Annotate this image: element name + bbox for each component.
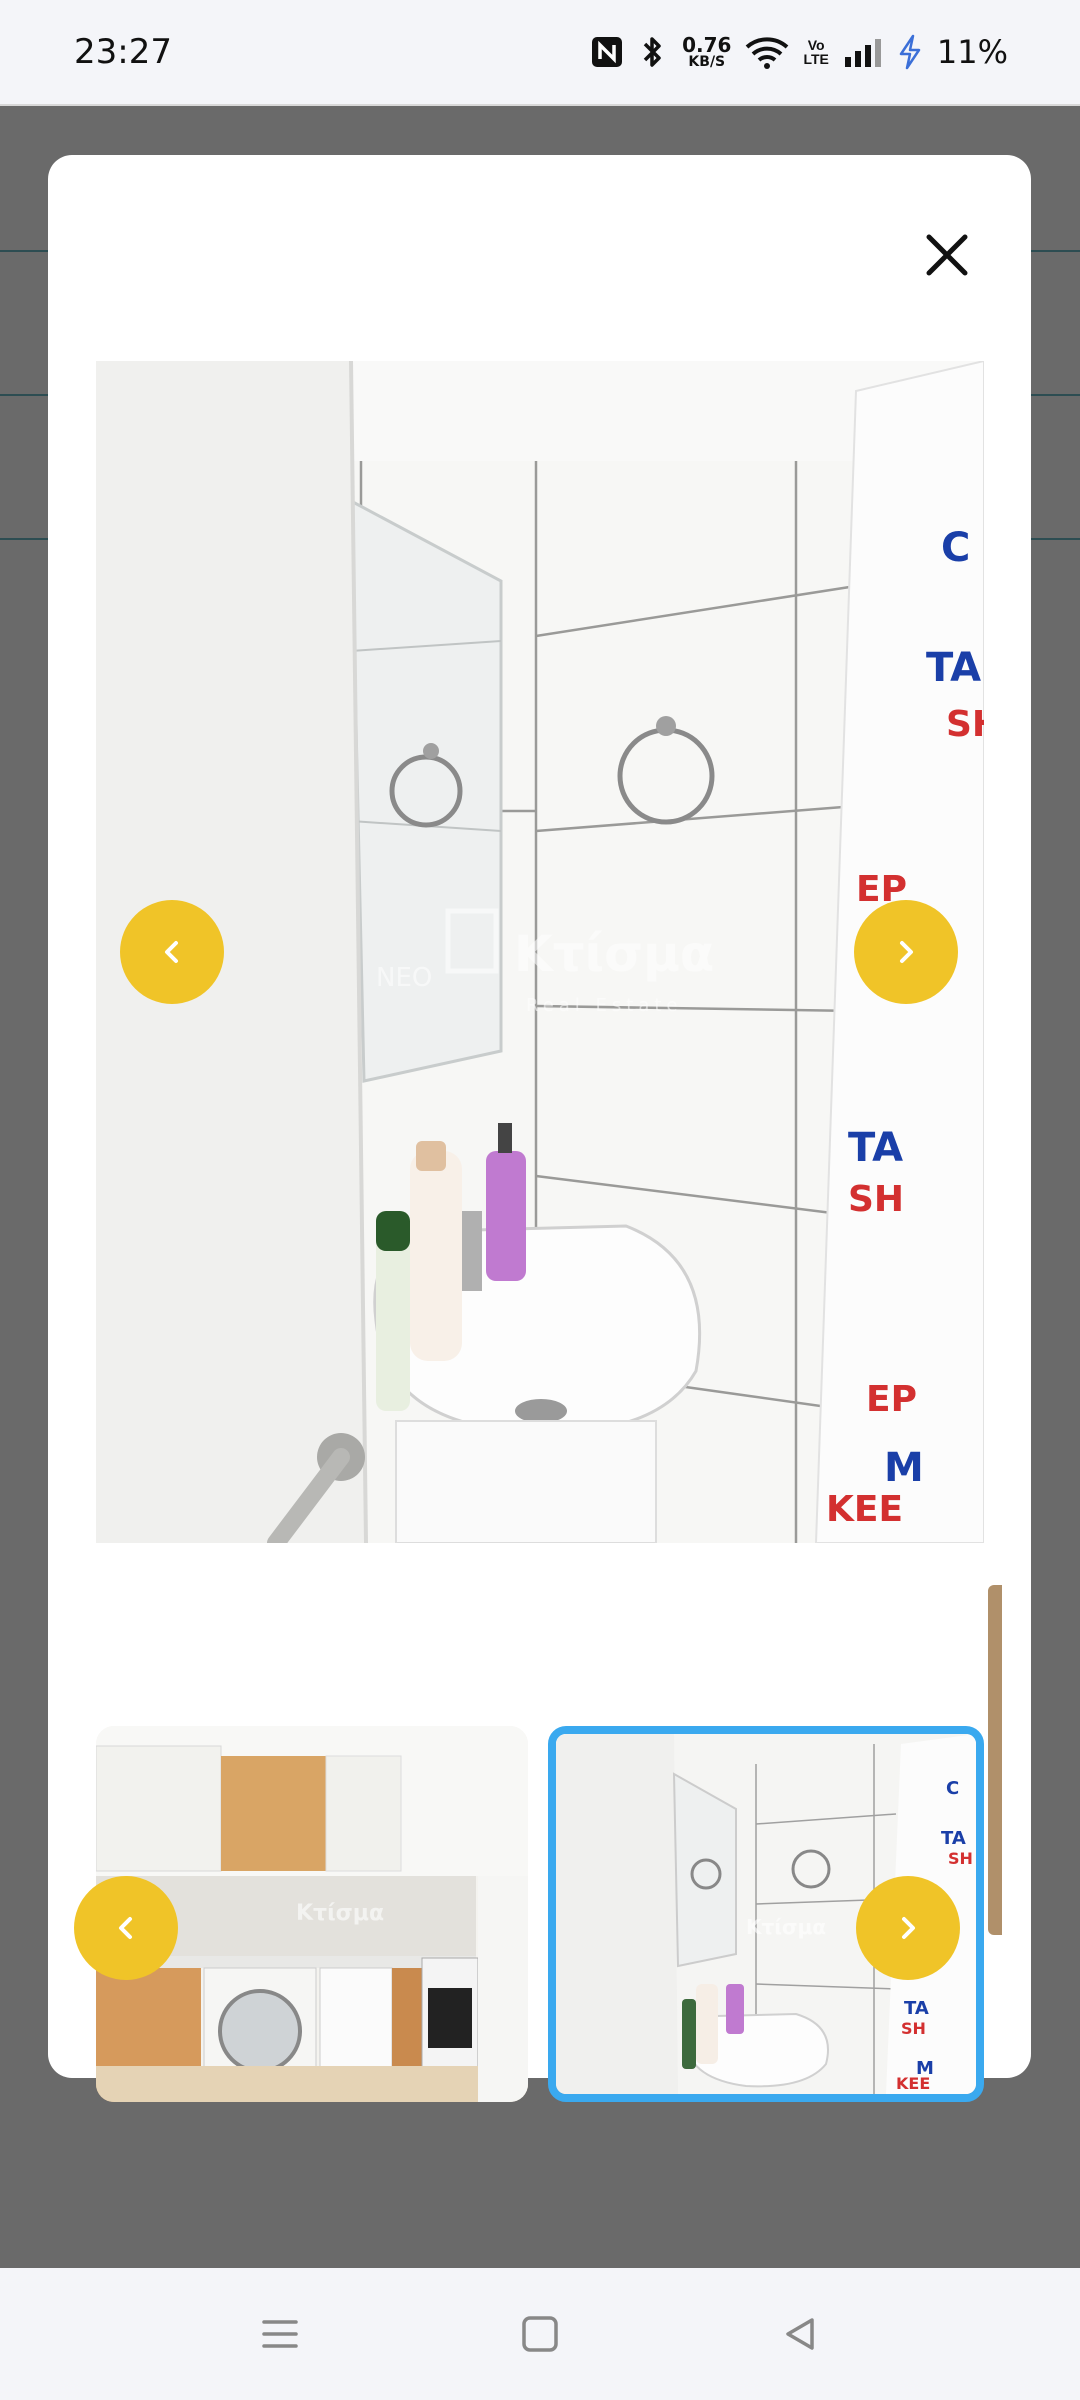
svg-text:TA: TA xyxy=(904,1998,929,2019)
volte-top: Vo xyxy=(807,37,825,53)
svg-text:NEO: NEO xyxy=(376,963,432,993)
status-icons: 0.76 KB/S Vo LTE 11% xyxy=(590,33,1008,71)
svg-text:Κτίσμα: Κτίσμα xyxy=(746,1915,826,1939)
menu-button[interactable] xyxy=(240,2294,320,2374)
previous-image-button[interactable] xyxy=(120,900,224,1004)
bathroom-photo: C TA M TA M SH EP SH EP KEE NEO Κτίσμα R… xyxy=(96,361,984,1543)
svg-text:SH: SH xyxy=(848,1179,904,1220)
svg-text:EP: EP xyxy=(866,1379,917,1420)
svg-text:TA: TA xyxy=(848,1125,903,1171)
home-icon xyxy=(522,2316,558,2352)
main-photo[interactable]: C TA M TA M SH EP SH EP KEE NEO Κτίσμα R… xyxy=(96,361,984,1543)
network-speed: 0.76 KB/S xyxy=(682,35,731,69)
net-speed-unit: KB/S xyxy=(688,54,726,70)
svg-text:Κτίσμα: Κτίσμα xyxy=(296,1901,384,1926)
status-time: 23:27 xyxy=(74,32,172,72)
thumbnail-next-peek[interactable] xyxy=(988,1585,1002,1935)
svg-text:SH: SH xyxy=(946,704,984,745)
chevron-right-icon xyxy=(902,1917,915,1939)
back-icon xyxy=(786,2318,814,2350)
image-gallery-modal: C TA M TA M SH EP SH EP KEE NEO Κτίσμα R… xyxy=(48,155,1031,2102)
chevron-left-icon xyxy=(165,941,178,963)
system-navigation-bar xyxy=(0,2268,1080,2400)
svg-text:C: C xyxy=(941,525,970,571)
signal-icon xyxy=(843,37,883,67)
home-button[interactable] xyxy=(500,2294,580,2374)
bluetooth-icon xyxy=(638,34,668,70)
chevron-left-icon xyxy=(119,1917,132,1939)
battery-percent: 11% xyxy=(936,33,1008,71)
svg-text:SH: SH xyxy=(948,1849,973,1868)
svg-text:KEE: KEE xyxy=(826,1489,903,1530)
close-button[interactable] xyxy=(919,227,975,283)
svg-text:KEE: KEE xyxy=(896,2074,930,2093)
net-speed-value: 0.76 xyxy=(682,33,732,57)
wifi-icon xyxy=(745,35,789,69)
svg-text:Κτίσμα: Κτίσμα xyxy=(514,925,714,983)
volte-bottom: LTE xyxy=(803,51,829,67)
svg-text:Real Estate: Real Estate xyxy=(526,995,683,1016)
status-bar: 23:27 0.76 KB/S Vo LTE 11% xyxy=(0,0,1080,106)
svg-text:TA: TA xyxy=(941,1828,966,1849)
close-icon xyxy=(926,234,968,276)
charging-icon xyxy=(897,34,923,70)
thumbnail-next-button[interactable] xyxy=(856,1876,960,1980)
menu-icon xyxy=(262,2320,298,2348)
back-button[interactable] xyxy=(760,2294,840,2374)
volte-indicator: Vo LTE xyxy=(803,38,828,66)
next-image-button[interactable] xyxy=(854,900,958,1004)
svg-text:TA: TA xyxy=(926,645,981,691)
thumbnail-previous-button[interactable] xyxy=(74,1876,178,1980)
nfc-icon xyxy=(590,35,624,69)
chevron-right-icon xyxy=(900,941,913,963)
svg-text:SH: SH xyxy=(901,2019,926,2038)
svg-text:C: C xyxy=(946,1778,959,1799)
svg-text:M: M xyxy=(884,1445,924,1491)
